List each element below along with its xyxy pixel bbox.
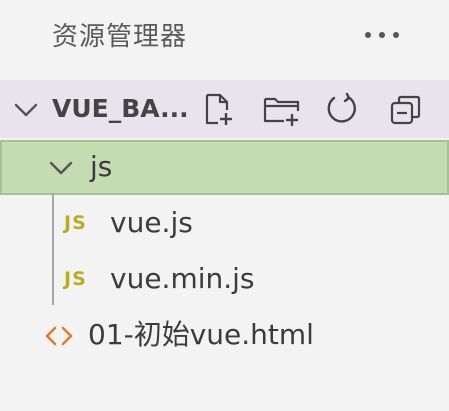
collapse-all-button[interactable] — [386, 90, 426, 130]
tree-file-html[interactable]: 01-初始vue.html — [0, 308, 449, 363]
js-file-icon: JS — [64, 268, 87, 290]
tree-file-vue-min-js[interactable]: JS vue.min.js — [0, 252, 449, 307]
html-code-icon — [45, 326, 73, 346]
explorer-title: 资源管理器 — [52, 22, 188, 52]
tree-file-vue-js[interactable]: JS vue.js — [0, 196, 449, 251]
chevron-down-icon — [49, 161, 73, 175]
new-file-button[interactable] — [198, 90, 238, 130]
file-label: vue.js — [110, 206, 193, 239]
more-icon — [365, 32, 399, 38]
folder-label: js — [90, 150, 113, 183]
workspace-title: VUE_BA... — [52, 94, 187, 123]
file-label: 01-初始vue.html — [88, 318, 314, 351]
new-file-icon — [205, 93, 232, 125]
workspace-section-header[interactable]: VUE_BA... — [0, 80, 449, 138]
refresh-icon — [327, 92, 356, 123]
new-folder-button[interactable] — [262, 90, 302, 130]
js-file-icon: JS — [64, 212, 87, 234]
chevron-down-icon — [14, 103, 38, 117]
new-folder-icon — [263, 97, 300, 126]
explorer-panel: 资源管理器 VUE_BA... js JS vue.js JS vue.min.… — [0, 0, 449, 411]
explorer-title-bar: 资源管理器 — [0, 0, 449, 78]
collapse-all-icon — [390, 95, 421, 125]
file-label: vue.min.js — [110, 262, 255, 295]
tree-folder-js[interactable]: js — [0, 140, 449, 195]
refresh-button[interactable] — [322, 90, 362, 130]
more-actions-button[interactable] — [352, 20, 412, 50]
